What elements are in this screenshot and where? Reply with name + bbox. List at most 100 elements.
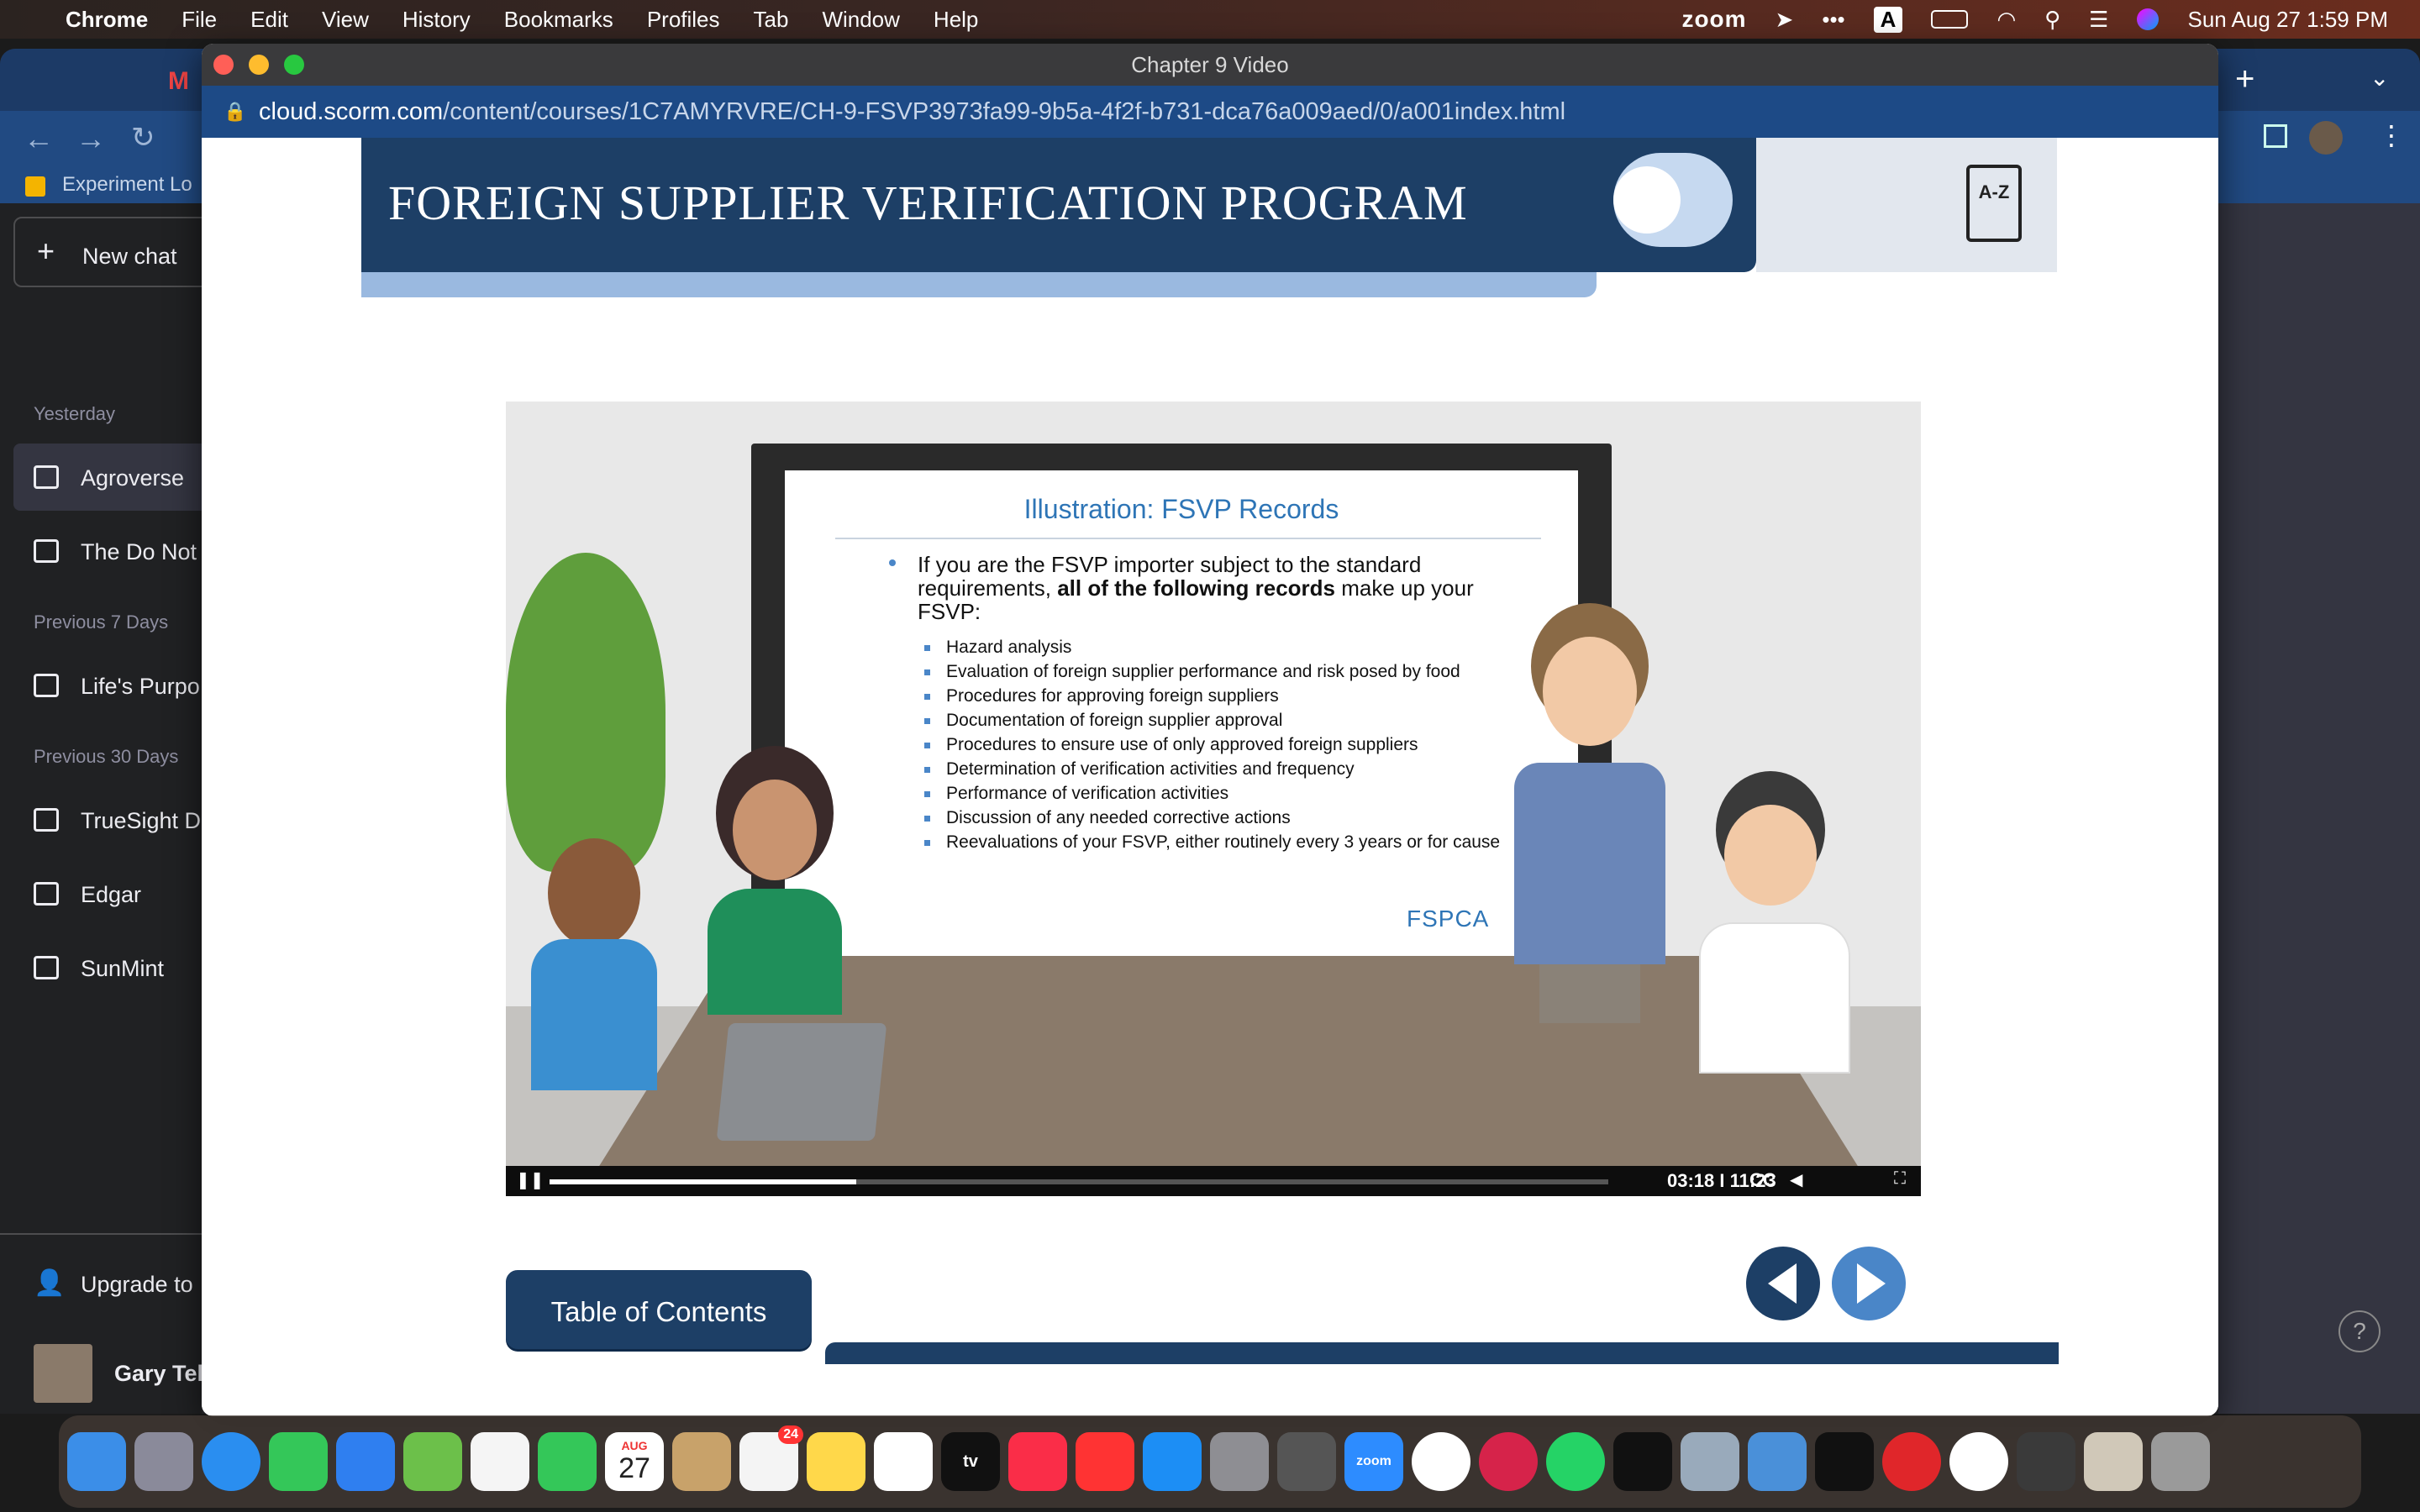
url-path: /content/courses/1C7AMYRVRE/CH-9-FSVP397… [443,98,1566,125]
mail-icon[interactable] [336,1432,395,1491]
reminders-icon[interactable]: 24 [739,1425,803,1491]
next-button[interactable] [1832,1247,1906,1320]
spotlight-search-icon[interactable]: ⚲ [2044,7,2060,33]
reload-icon[interactable]: ↻ [131,121,155,155]
profile-avatar[interactable] [2309,121,2343,155]
upgrade-button[interactable]: 👤 Upgrade to [13,1250,232,1317]
forward-icon[interactable]: → [76,121,106,156]
chrome-menu-icon[interactable]: ⋮ [2378,119,2405,151]
plus-icon: + [37,234,55,268]
zoom-window-button[interactable] [284,55,304,75]
more-dots-icon[interactable]: ••• [1822,7,1844,33]
documents-stack-icon[interactable] [2084,1432,2143,1491]
menu-tab[interactable]: Tab [754,7,789,33]
preview-icon[interactable] [1681,1432,1739,1491]
new-chat-button[interactable]: + New chat [13,217,232,287]
chat-item-life-purpose[interactable]: Life's Purpo [13,652,232,719]
volume-icon[interactable]: ◀ [1790,1169,1802,1190]
section-previous-30-days: Previous 30 Days [34,746,179,767]
user-menu[interactable]: Gary Tel [13,1339,232,1406]
facetime-icon[interactable] [538,1432,597,1491]
menu-edit[interactable]: Edit [250,7,288,33]
calendar-icon[interactable]: AUG 27 [605,1432,664,1491]
safari-icon[interactable] [202,1432,260,1491]
messages-icon[interactable] [269,1432,328,1491]
close-window-button[interactable] [213,55,234,75]
character-presenter [1506,603,1674,1023]
plant [506,553,666,872]
glossary-book-icon[interactable]: A-Z [1966,165,2022,242]
chat-bubble-icon [34,882,59,906]
tableplus-icon[interactable] [1748,1432,1807,1491]
list-item: Reevaluations of your FSVP, either routi… [924,833,1504,852]
photos-icon[interactable] [471,1432,529,1491]
freeform-icon[interactable] [874,1432,933,1491]
list-item: Hazard analysis [924,638,1504,657]
calculator-icon[interactable] [1277,1432,1336,1491]
news-icon[interactable] [1076,1432,1134,1491]
dock: AUG 27 24 tv zoom [59,1415,2361,1508]
video-player[interactable]: Illustration: FSVP Records If you are th… [506,402,1921,1196]
sublime-icon[interactable] [2017,1432,2075,1491]
fullscreen-icon[interactable]: ⛶ [1894,1169,1906,1189]
contacts-icon[interactable] [672,1432,731,1491]
menu-history[interactable]: History [402,7,471,33]
whatsapp-icon[interactable] [1546,1432,1605,1491]
menu-clock[interactable]: Sun Aug 27 1:59 PM [2187,7,2388,33]
share-arrow-icon[interactable]: ➤ [1776,7,1794,33]
pause-icon[interactable]: ❚❚ [516,1169,544,1190]
menu-app-name[interactable]: Chrome [66,7,148,33]
chat-sidebar: + New chat Yesterday Agroverse The Do No… [0,203,232,1414]
tab-search-chevron-icon[interactable]: ⌄ [2370,64,2389,92]
maps-icon[interactable] [403,1432,462,1491]
chat-item-truesight[interactable]: TrueSight D [13,786,232,853]
list-item: Procedures to ensure use of only approve… [924,736,1504,754]
chat-item-agroverse[interactable]: Agroverse [13,444,232,511]
system-settings-icon[interactable] [1210,1432,1269,1491]
menu-file[interactable]: File [182,7,217,33]
bookmark-experiment[interactable]: Experiment Lo [62,173,192,197]
chat-item-sunmint[interactable]: SunMint [13,934,232,1001]
notes-icon[interactable] [807,1432,865,1491]
address-bar[interactable]: 🔒 cloud.scorm.com/content/courses/1C7AMY… [202,86,2218,138]
wifi-icon[interactable]: ◠ [1996,7,2016,33]
gmail-tab-icon[interactable]: M [168,67,189,96]
chat-item-do-not[interactable]: The Do Not [13,517,232,585]
menu-view[interactable]: View [322,7,369,33]
progress-bar[interactable] [550,1179,1608,1184]
chat-bubble-icon [34,539,59,563]
messenger-icon[interactable] [1949,1432,2008,1491]
menu-window[interactable]: Window [822,7,899,33]
launchpad-icon[interactable] [134,1432,193,1491]
finder-icon[interactable] [67,1432,126,1491]
menu-help[interactable]: Help [934,7,978,33]
control-center-icon[interactable]: ☰ [2089,7,2108,33]
minimize-window-button[interactable] [249,55,269,75]
menu-bookmarks[interactable]: Bookmarks [504,7,613,33]
previous-button[interactable] [1746,1247,1820,1320]
toggle-switch[interactable] [1613,153,1733,247]
help-button[interactable]: ? [2338,1310,2381,1352]
trash-icon[interactable] [2151,1432,2210,1491]
more-dots-app-icon[interactable] [1882,1432,1941,1491]
battery-icon[interactable] [1931,10,1969,29]
table-of-contents-button[interactable]: Table of Contents [506,1270,812,1349]
menu-profiles[interactable]: Profiles [647,7,720,33]
new-tab-icon[interactable]: + [2235,60,2254,98]
chapter-video-window: Chapter 9 Video 🔒 cloud.scorm.com/conten… [202,44,2218,1416]
siri-icon[interactable] [2137,8,2160,30]
zoom-app-icon[interactable]: zoom [1344,1432,1403,1491]
chrome-icon[interactable] [1412,1432,1470,1491]
activity-monitor-icon[interactable] [1815,1432,1874,1491]
back-icon[interactable]: ← [24,121,54,156]
apple-tv-icon[interactable]: tv [941,1432,1000,1491]
input-source-icon[interactable]: A [1873,6,1903,33]
zoom-status-icon[interactable]: zoom [1681,6,1746,33]
sidepanel-icon[interactable] [2264,124,2287,148]
terminal-icon[interactable] [1613,1432,1672,1491]
chat-item-edgar[interactable]: Edgar [13,860,232,927]
music-icon[interactable] [1008,1432,1067,1491]
app-store-icon[interactable] [1143,1432,1202,1491]
closed-captions-button[interactable]: CC [1749,1169,1776,1191]
airmail-icon[interactable] [1479,1432,1538,1491]
